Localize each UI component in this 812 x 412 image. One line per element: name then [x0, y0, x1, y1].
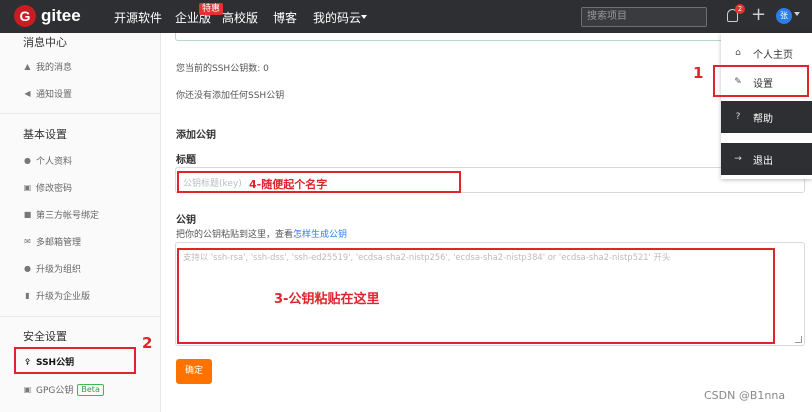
sidebar-section-security: 安全设置	[23, 330, 67, 343]
help-icon: ?	[735, 112, 741, 122]
id-card-icon: ■	[23, 210, 32, 219]
search-input[interactable]: 搜索项目	[581, 7, 707, 27]
confirm-button[interactable]: 确定	[176, 359, 212, 384]
envelope-icon: ✉	[24, 237, 31, 246]
annotation-box-settings	[713, 65, 809, 97]
sidebar-item-upgrade-org[interactable]: ● 升级为组织	[23, 262, 81, 275]
nav-open-source[interactable]: 开源软件	[114, 9, 162, 26]
key-label: 公钥	[176, 215, 196, 226]
bell-icon: ▲	[24, 62, 31, 71]
annotation-box-ssh	[14, 347, 136, 374]
user-icon: ●	[24, 156, 31, 165]
users-icon: ●	[24, 264, 31, 273]
gitee-logo-text: gitee	[41, 6, 81, 25]
logout-icon: →	[734, 154, 742, 164]
annotation-step2: 2	[142, 334, 153, 352]
sidebar-section-basic: 基本设置	[23, 128, 67, 141]
avatar[interactable]: 张	[776, 8, 792, 24]
resize-handle[interactable]	[795, 336, 802, 343]
volume-icon: ◀	[24, 89, 31, 98]
nav-my-gitee[interactable]: 我的码云	[313, 9, 361, 26]
chevron-down-icon	[361, 15, 367, 19]
sidebar-divider	[0, 113, 160, 114]
annotation-box-key	[177, 248, 775, 344]
lock-icon: ▣	[23, 385, 32, 394]
annotation-step1: 1	[693, 64, 704, 82]
plus-icon[interactable]: +	[751, 4, 766, 26]
sidebar-item-profile[interactable]: ● 个人资料	[23, 154, 72, 167]
sidebar-divider	[0, 316, 160, 317]
key-hint: 把你的公钥粘贴到这里，查看怎样生成公钥	[176, 230, 348, 240]
beta-badge: Beta	[77, 383, 104, 396]
notification-count-badge: 2	[735, 4, 745, 14]
annotation-step4: 4-随便起个名字	[249, 178, 328, 191]
sidebar-item-notification-settings[interactable]: ◀ 通知设置	[23, 87, 72, 100]
sidebar-item-my-messages[interactable]: ▲ 我的消息	[23, 60, 72, 73]
title-label: 标题	[176, 155, 196, 166]
building-icon: ▮	[25, 291, 30, 300]
sidebar-item-gpg-keys[interactable]: ▣ GPG公钥 Beta	[23, 383, 104, 396]
chevron-down-icon[interactable]	[794, 12, 800, 16]
watermark: CSDN @B1nna	[704, 389, 786, 402]
how-to-generate-key-link[interactable]: 怎样生成公钥	[293, 230, 347, 240]
home-icon: ⌂	[735, 48, 741, 58]
sidebar-item-third-party[interactable]: ■ 第三方帐号绑定	[23, 208, 99, 221]
top-nav: G gitee 开源软件 企业版 特惠 高校版 博客 我的码云 搜索项目 2 +…	[0, 0, 812, 33]
no-keys-message: 你还没有添加任何SSH公钥	[176, 91, 285, 101]
sidebar-item-change-password[interactable]: ▣ 修改密码	[23, 181, 72, 194]
menu-item-help[interactable]: ? 帮助	[721, 101, 812, 133]
gitee-logo[interactable]: G gitee	[14, 5, 81, 27]
annotation-step3: 3-公钥粘贴在这里	[274, 292, 380, 307]
gitee-logo-icon: G	[14, 5, 36, 27]
menu-item-logout[interactable]: → 退出	[721, 143, 812, 175]
add-key-heading: 添加公钥	[176, 130, 216, 141]
sidebar-item-upgrade-enterprise[interactable]: ▮ 升级为企业版	[23, 289, 90, 302]
nav-blog[interactable]: 博客	[273, 9, 297, 26]
lock-icon: ▣	[23, 183, 32, 192]
user-dropdown-menu: ⌂ 个人主页 ✎ 设置 ? 帮助 → 退出	[721, 33, 812, 179]
sidebar-item-emails[interactable]: ✉ 多邮箱管理	[23, 235, 81, 248]
sidebar-section-messages: 消息中心	[23, 36, 67, 49]
previous-field-edge	[175, 33, 805, 41]
hot-badge: 特惠	[199, 3, 224, 15]
nav-education[interactable]: 高校版	[222, 9, 258, 26]
ssh-key-count: 您当前的SSH公钥数: 0	[176, 64, 269, 74]
